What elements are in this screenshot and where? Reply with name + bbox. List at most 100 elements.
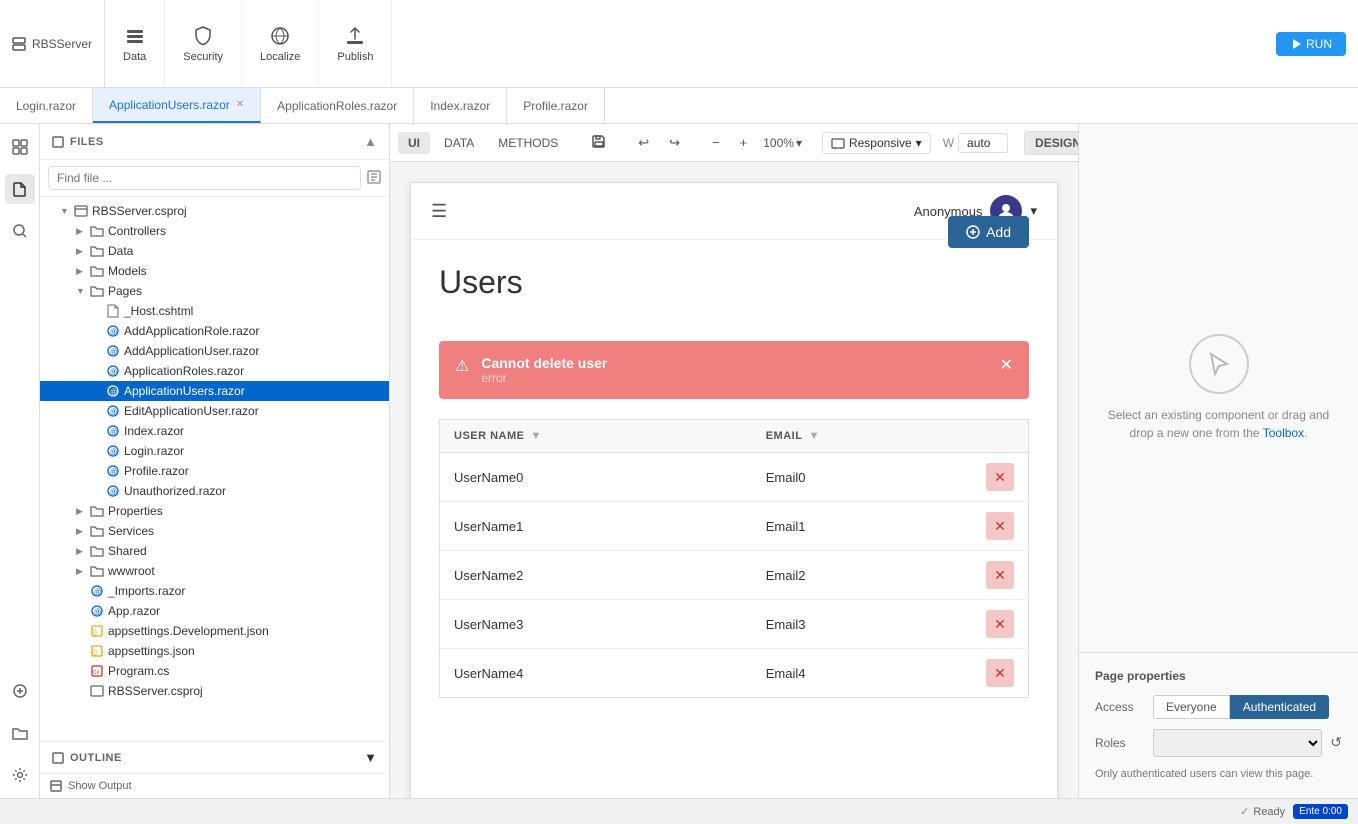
file-search-input[interactable]: [48, 166, 361, 190]
tab-profile[interactable]: Profile.razor: [507, 88, 605, 123]
col-email: EMAIL ▼: [752, 420, 972, 453]
tree-item-loginrazor[interactable]: ▶ @ Login.razor: [40, 441, 389, 461]
tree-item-data[interactable]: ▶ Data: [40, 241, 389, 261]
left-icon-search[interactable]: [5, 216, 35, 246]
tree-item-addappuser[interactable]: ▶ @ AddApplicationUser.razor: [40, 341, 389, 361]
left-icon-files[interactable]: [5, 174, 35, 204]
tree-item-editappuser[interactable]: ▶ @ EditApplicationUser.razor: [40, 401, 389, 421]
delete-btn-0[interactable]: ✕: [986, 463, 1014, 491]
tree-label-pages: Pages: [108, 284, 381, 298]
tree-item-pages[interactable]: ▼ Pages: [40, 281, 389, 301]
toolbar-publish[interactable]: Publish: [319, 0, 392, 87]
email-filter-icon[interactable]: ▼: [808, 430, 819, 442]
tree-item-rbsserver[interactable]: ▼ RBSServer.csproj +: [40, 201, 389, 221]
tree-item-appsettings[interactable]: ▶ {} appsettings.json: [40, 641, 389, 661]
razor-icon: @: [106, 444, 120, 458]
tree-item-rbsservercsproj[interactable]: ▶ RBSServer.csproj: [40, 681, 389, 701]
et-redo-btn[interactable]: ↪: [661, 131, 688, 155]
server-icon: [12, 37, 26, 51]
error-close-btn[interactable]: ✕: [1000, 355, 1013, 375]
roles-refresh-btn[interactable]: ↺: [1330, 734, 1342, 751]
delete-btn-2[interactable]: ✕: [986, 561, 1014, 589]
tree-item-controllers[interactable]: ▶ Controllers: [40, 221, 389, 241]
cell-username-4: UserName4: [440, 649, 752, 698]
outline-collapse-btn[interactable]: ▼: [364, 750, 377, 765]
et-tab-methods[interactable]: METHODS: [488, 132, 568, 154]
tree-item-apprazor[interactable]: ▶ @ App.razor: [40, 601, 389, 621]
left-icon-settings[interactable]: [5, 760, 35, 790]
toolbar-localize[interactable]: Localize: [242, 0, 319, 87]
tree-item-host[interactable]: ▶ _Host.cshtml: [40, 301, 389, 321]
left-icon-add[interactable]: [5, 676, 35, 706]
et-tab-data[interactable]: DATA: [434, 132, 484, 154]
delete-btn-3[interactable]: ✕: [986, 610, 1014, 638]
tree-item-appsettingsdev[interactable]: ▶ {} appsettings.Development.json: [40, 621, 389, 641]
et-responsive-select[interactable]: Responsive ▾: [822, 132, 931, 154]
delete-btn-1[interactable]: ✕: [986, 512, 1014, 540]
tab-index[interactable]: Index.razor: [414, 88, 507, 123]
tree-label-profilerazor: Profile.razor: [124, 464, 381, 478]
tab-appusers[interactable]: ApplicationUsers.razor ✕: [93, 88, 261, 123]
tree-item-addapprole[interactable]: ▶ @ AddApplicationRole.razor: [40, 321, 389, 341]
et-tab-ui[interactable]: UI: [398, 132, 430, 154]
toolbox-link[interactable]: Toolbox: [1263, 426, 1304, 440]
tree-item-approles[interactable]: ▶ @ ApplicationRoles.razor: [40, 361, 389, 381]
left-icon-grid[interactable]: [5, 132, 35, 162]
left-icon-folder[interactable]: [5, 718, 35, 748]
main-layout: FILES ▲ ▼ RBSServer.csproj + ▶: [0, 124, 1358, 798]
design-btns-group: DESIGN SPLIT SOURCE: [1024, 131, 1078, 155]
tree-item-unauthorized[interactable]: ▶ @ Unauthorized.razor: [40, 481, 389, 501]
file-search-btn[interactable]: [367, 170, 381, 187]
tree-label-addapprole: AddApplicationRole.razor: [124, 324, 381, 338]
show-output-btn[interactable]: Show Output: [50, 780, 132, 792]
error-content: ⚠ Cannot delete user error: [455, 355, 607, 385]
project-icon: [90, 684, 104, 698]
error-text: Cannot delete user error: [481, 355, 607, 385]
et-save-btn[interactable]: [584, 130, 614, 155]
tree-item-appusers-active[interactable]: ▶ @ ApplicationUsers.razor: [40, 381, 389, 401]
razor-icon: @: [106, 364, 120, 378]
tab-appusers-close[interactable]: ✕: [236, 99, 244, 110]
tree-label-rbsserver: RBSServer.csproj: [92, 204, 381, 218]
tree-item-properties[interactable]: ▶ Properties: [40, 501, 389, 521]
tree-label-appusers: ApplicationUsers.razor: [124, 384, 381, 398]
tree-item-models[interactable]: ▶ Models: [40, 261, 389, 281]
run-button[interactable]: RUN: [1276, 32, 1346, 56]
et-zoom-display: 100% ▾: [759, 136, 806, 150]
table-row: UserName0 Email0 ✕: [440, 453, 1029, 502]
access-note: Only authenticated users can view this p…: [1095, 767, 1342, 782]
tab-login[interactable]: Login.razor: [0, 88, 93, 123]
hamburger-menu[interactable]: ☰: [431, 201, 447, 222]
files-collapse-btn[interactable]: ▲: [364, 134, 377, 149]
et-zoom-in-btn[interactable]: +: [732, 131, 756, 154]
roles-select[interactable]: [1153, 729, 1322, 757]
tree-item-services[interactable]: ▶ Services: [40, 521, 389, 541]
toolbar-security[interactable]: Security: [165, 0, 242, 87]
et-zoom-out-btn[interactable]: −: [704, 131, 728, 154]
tree-item-shared[interactable]: ▶ Shared: [40, 541, 389, 561]
authenticated-btn[interactable]: Authenticated: [1230, 695, 1329, 719]
folder-icon: [90, 244, 104, 258]
tree-item-wwwroot[interactable]: ▶ wwwroot: [40, 561, 389, 581]
cell-email-0: Email0: [752, 453, 972, 502]
username-filter-icon[interactable]: ▼: [531, 430, 542, 442]
cell-delete-0: ✕: [972, 453, 1029, 502]
tree-item-imports[interactable]: ▶ @ _Imports.razor: [40, 581, 389, 601]
project-icon: [74, 204, 88, 218]
et-undo-btn[interactable]: ↩: [630, 131, 657, 155]
add-user-button[interactable]: Add: [948, 216, 1029, 248]
left-icon-rail: [0, 124, 40, 798]
tab-profile-label: Profile.razor: [523, 99, 588, 113]
tab-approles[interactable]: ApplicationRoles.razor: [261, 88, 414, 123]
design-btn[interactable]: DESIGN: [1024, 131, 1078, 155]
tree-item-program[interactable]: ▶ C# Program.cs: [40, 661, 389, 681]
tree-item-indexrazor[interactable]: ▶ @ Index.razor: [40, 421, 389, 441]
delete-btn-4[interactable]: ✕: [986, 659, 1014, 687]
w-value[interactable]: auto: [958, 133, 1008, 153]
tree-label-wwwroot: wwwroot: [108, 564, 381, 578]
everyone-btn[interactable]: Everyone: [1153, 695, 1230, 719]
error-sub: error: [481, 371, 607, 385]
tree-item-profilerazor[interactable]: ▶ @ Profile.razor: [40, 461, 389, 481]
toolbar-data[interactable]: Data: [105, 0, 165, 87]
run-area: RUN: [1264, 32, 1358, 56]
